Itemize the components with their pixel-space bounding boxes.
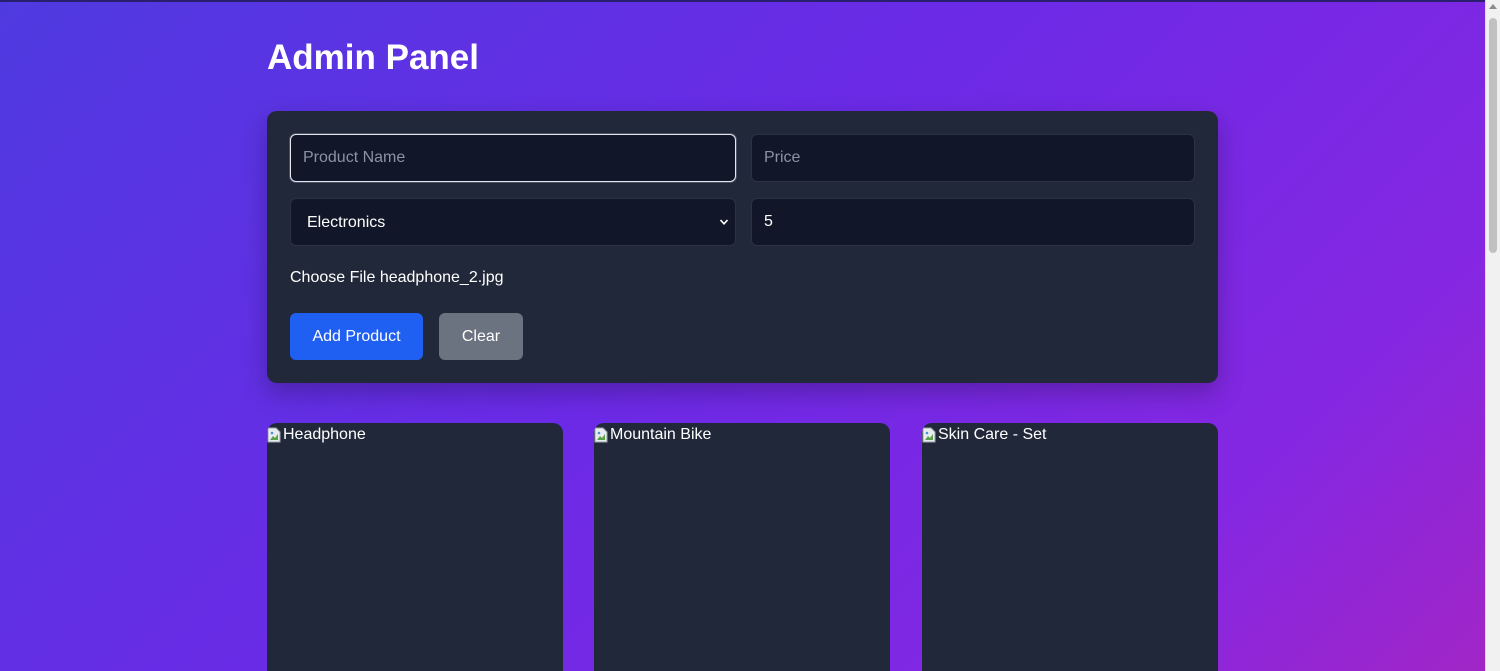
product-image-alt: Skin Care - Set — [938, 426, 1047, 443]
product-image-alt: Mountain Bike — [610, 426, 712, 443]
product-form-card: Electronics Choose File headphone_2.jpg … — [267, 111, 1218, 383]
top-border — [0, 0, 1485, 2]
choose-file-button[interactable]: Choose File — [290, 269, 375, 286]
product-image: Skin Care - Set — [922, 426, 1046, 444]
file-name-label: headphone_2.jpg — [379, 269, 504, 286]
broken-image-icon — [594, 427, 608, 443]
file-input[interactable]: Choose File headphone_2.jpg — [290, 269, 504, 287]
category-selected-value: Electronics — [307, 214, 386, 231]
product-card-mountain-bike[interactable]: Mountain Bike — [594, 423, 890, 671]
price-input[interactable] — [751, 134, 1195, 182]
product-image: Mountain Bike — [594, 426, 711, 444]
chevron-down-icon — [719, 219, 729, 225]
product-name-input[interactable] — [290, 134, 736, 182]
product-card-headphone[interactable]: Headphone — [267, 423, 563, 671]
clear-button[interactable]: Clear — [439, 313, 523, 360]
product-image-alt: Headphone — [283, 426, 366, 443]
broken-image-icon — [922, 427, 936, 443]
product-card-skin-care-set[interactable]: Skin Care - Set — [922, 423, 1218, 671]
rating-input[interactable] — [751, 198, 1195, 246]
vertical-scrollbar[interactable] — [1485, 0, 1500, 671]
scroll-up-arrow-icon[interactable] — [1489, 4, 1497, 9]
broken-image-icon — [267, 427, 281, 443]
product-image: Headphone — [267, 426, 366, 444]
page-title: Admin Panel — [267, 38, 479, 77]
scrollbar-thumb[interactable] — [1489, 18, 1497, 253]
category-select[interactable]: Electronics — [290, 198, 736, 246]
add-product-button[interactable]: Add Product — [290, 313, 423, 360]
